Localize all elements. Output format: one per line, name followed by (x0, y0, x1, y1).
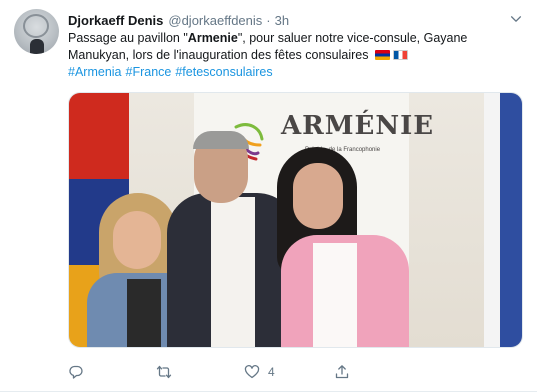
flag-stripe (500, 93, 522, 347)
person-middle-hair (193, 131, 249, 149)
reply-button[interactable] (68, 362, 92, 382)
tweet-text-part: Passage au pavillon " (68, 31, 188, 45)
timestamp[interactable]: 3h (275, 13, 289, 28)
hashtag-link[interactable]: #fetesconsulaires (175, 65, 272, 79)
tweet-header: Djorkaeff Denis @djorkaeffdenis · 3h (68, 11, 289, 29)
like-count: 4 (268, 365, 275, 379)
person-middle-shirt (211, 197, 255, 347)
hashtag-link[interactable]: #France (126, 65, 172, 79)
flag-france-icon (392, 50, 408, 60)
photo-france-flag (484, 93, 522, 347)
tweet-card[interactable]: Djorkaeff Denis @djorkaeffdenis · 3h Pas… (0, 0, 537, 392)
avatar-figure (30, 39, 44, 54)
avatar-emblem (23, 14, 49, 38)
retweet-icon (156, 365, 172, 379)
display-name[interactable]: Djorkaeff Denis (68, 13, 163, 28)
person-left-top (127, 279, 161, 347)
separator: · (266, 12, 271, 28)
hashtag-link[interactable]: #Armenia (68, 65, 122, 79)
flag-armenia-icon (374, 50, 390, 60)
share-button[interactable] (334, 362, 358, 382)
user-handle[interactable]: @djorkaeffdenis (168, 13, 262, 28)
retweet-button[interactable] (156, 362, 180, 382)
reply-icon (69, 365, 83, 379)
tweet-text: Passage au pavillon "Armenie", pour salu… (68, 30, 523, 81)
tweet-text-bold: Armenie (187, 31, 238, 45)
chevron-down-icon[interactable] (509, 12, 523, 26)
sign-title: ARMÉNIE (281, 111, 435, 141)
flag-stripe (69, 93, 129, 179)
flag-stripe (484, 93, 500, 347)
person-right-face (293, 163, 343, 229)
avatar[interactable] (14, 9, 59, 54)
tweet-photo[interactable]: ARMÉNIE Présid... de la Francophonie (68, 92, 523, 348)
hashtags: #Armenia #France #fetesconsulaires (68, 64, 523, 81)
person-left-face (113, 211, 161, 269)
like-button[interactable]: 4 (244, 362, 275, 382)
heart-icon (244, 364, 260, 379)
person-right-top (313, 243, 357, 347)
tweet-actions: 4 (68, 362, 523, 382)
share-icon (335, 365, 349, 379)
